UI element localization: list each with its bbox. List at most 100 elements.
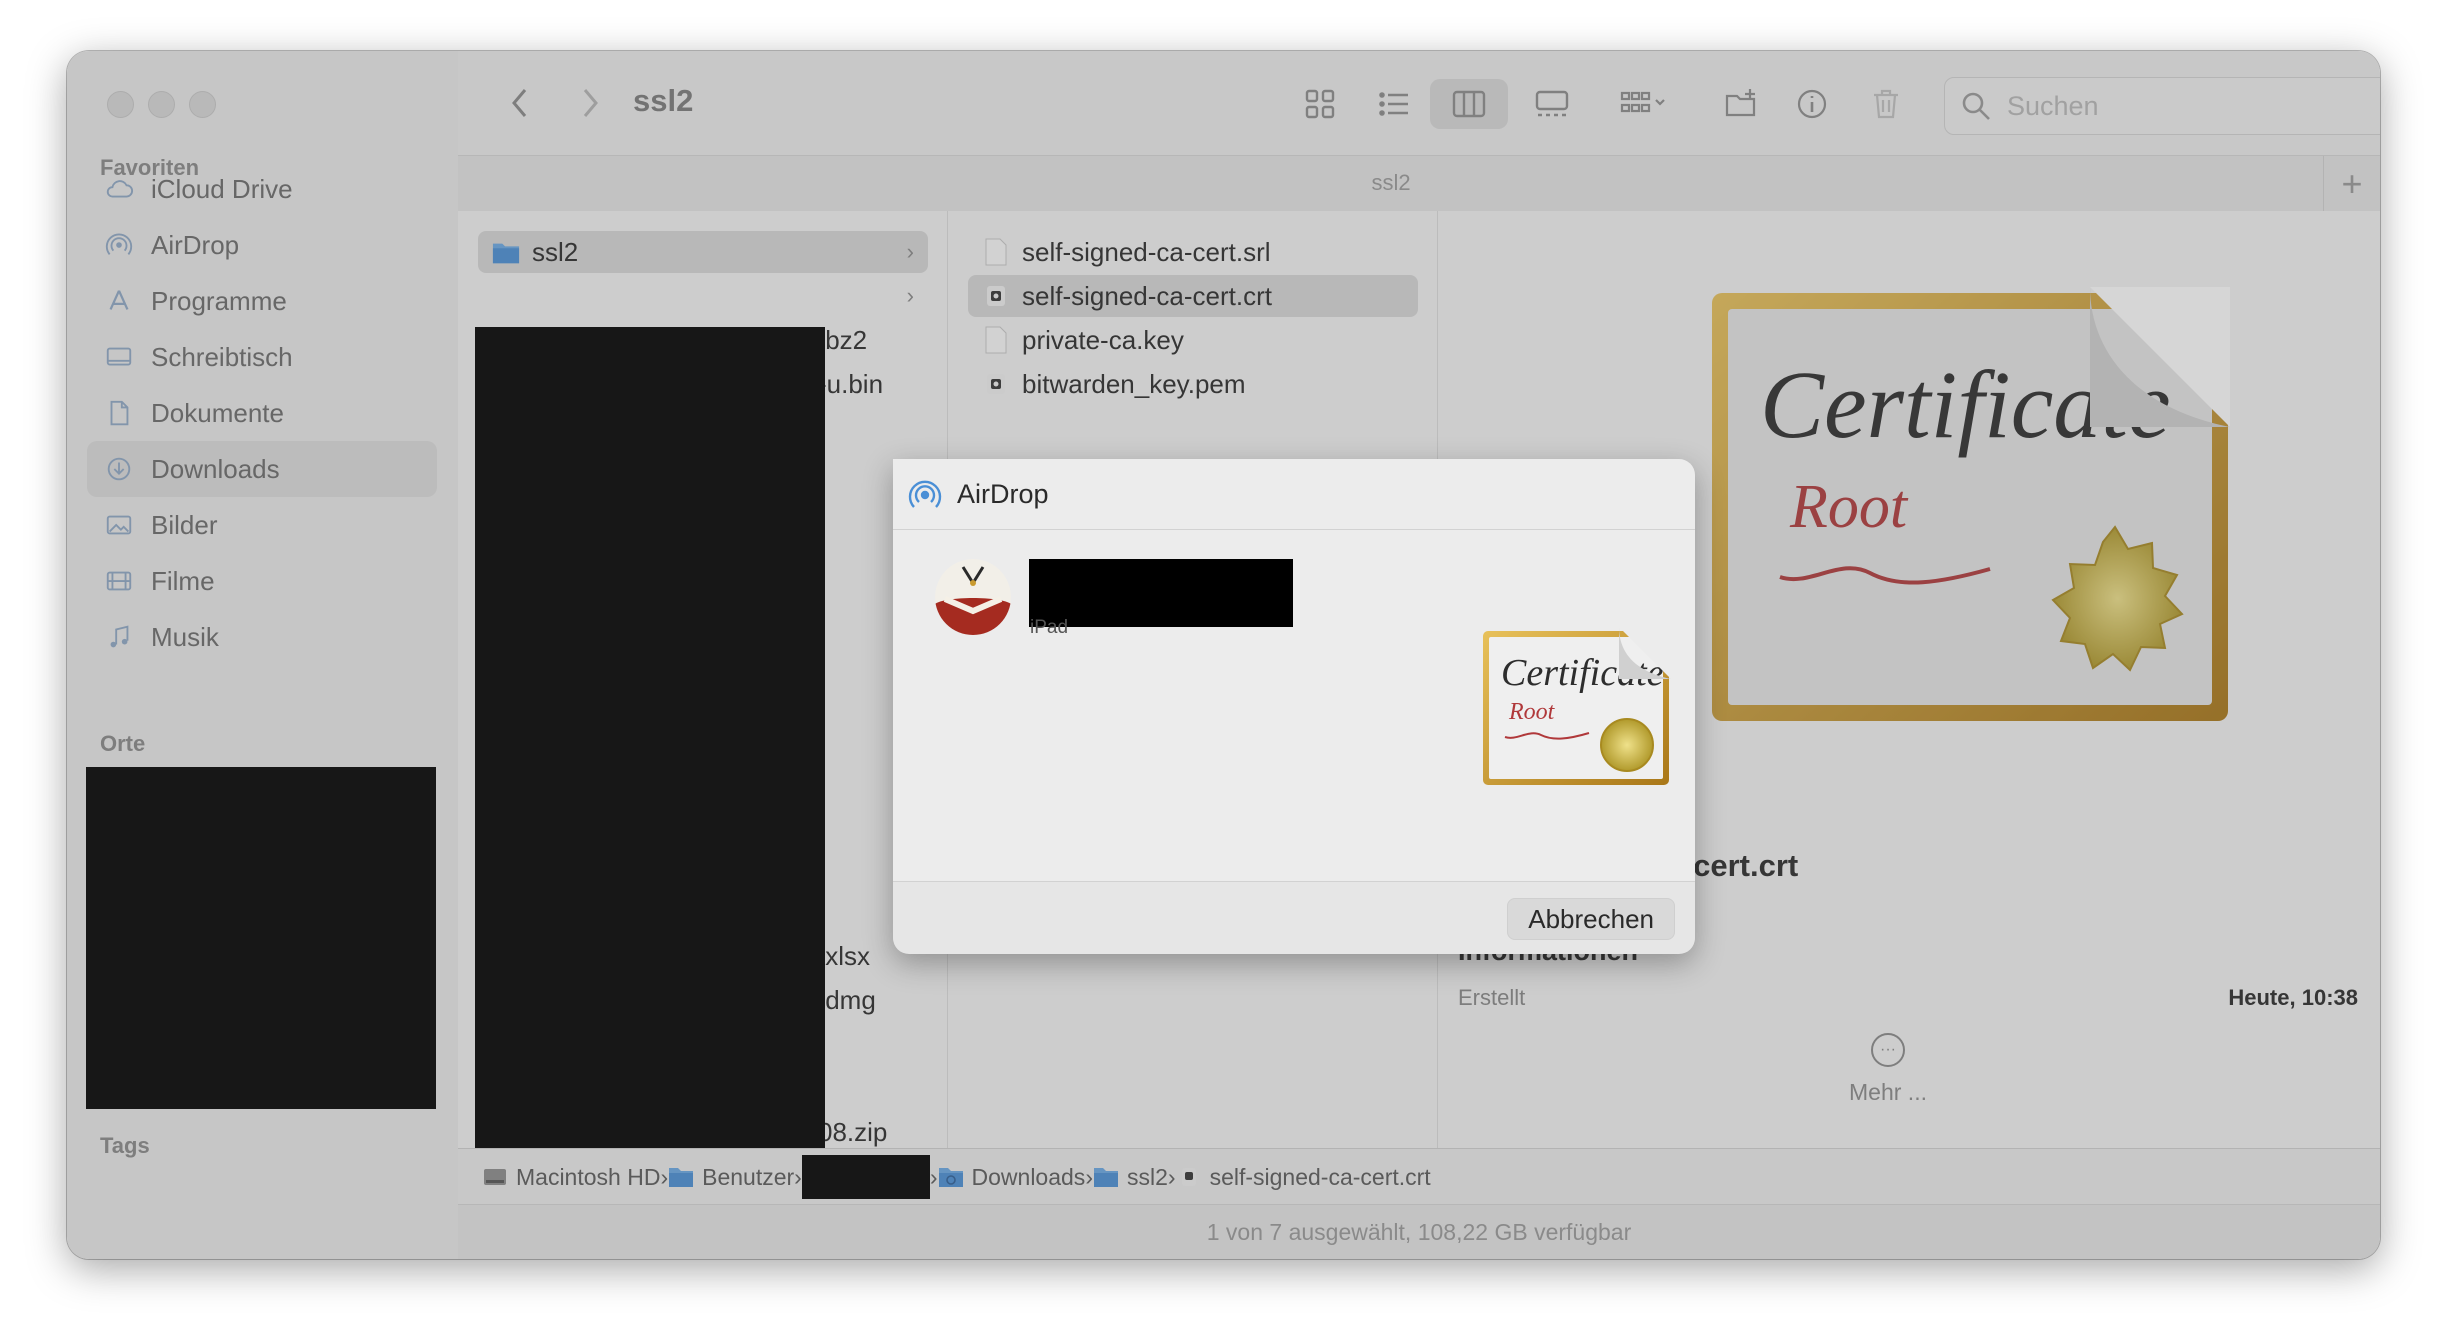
more-icon: ···	[1871, 1033, 1905, 1067]
chevron-right-icon: ›	[906, 239, 914, 264]
created-label: Erstellt	[1458, 985, 1526, 1010]
path-separator: ›	[929, 1163, 938, 1190]
blank-file-icon	[982, 325, 1010, 355]
folder-icon	[1093, 1168, 1118, 1187]
file-row[interactable]: private-ca.key	[968, 319, 1418, 361]
sidebar-item-label: Bilder	[151, 509, 218, 540]
sidebar-item-label: Musik	[151, 621, 219, 652]
cancel-button[interactable]: Abbrechen	[1507, 898, 1675, 940]
folder-icon	[669, 1168, 694, 1187]
redacted-recipient-name	[1029, 559, 1293, 627]
sidebar-item-schreibtisch[interactable]: Schreibtisch	[87, 329, 437, 385]
sidebar-item-bilder[interactable]: Bilder	[87, 497, 437, 553]
folder-add-icon	[1725, 89, 1756, 117]
path-item-file[interactable]: self-signed-ca-cert.crt	[1176, 1164, 1431, 1191]
window-title: ssl2	[633, 83, 694, 118]
gallery-view-button[interactable]	[1522, 79, 1582, 129]
blank-file-icon	[982, 237, 1010, 267]
tags-heading: Tags	[100, 1133, 150, 1158]
column-view-button[interactable]	[1430, 79, 1508, 129]
sidebar-item-label: AirDrop	[151, 229, 240, 260]
sidebar-item-label: Dokumente	[151, 397, 284, 428]
path-separator: ›	[660, 1163, 669, 1190]
hard-drive-icon	[484, 1169, 506, 1185]
downloads-icon	[103, 453, 135, 485]
svg-text:Root: Root	[1789, 473, 1909, 541]
file-name: -u.bin	[818, 368, 884, 399]
recipient-device: iPad	[1030, 617, 1069, 638]
certificate-file-icon	[982, 281, 1010, 311]
redacted-places	[86, 767, 436, 1109]
new-folder-button[interactable]	[1712, 79, 1772, 129]
more-label: Mehr ...	[1849, 1079, 1927, 1105]
airdrop-title: AirDrop	[957, 478, 1049, 509]
cloud-icon	[103, 173, 135, 205]
certificate-preview-icon: Certificate Root	[1712, 287, 2230, 721]
info-icon	[1797, 89, 1827, 119]
tab-ssl2[interactable]: ssl2	[458, 170, 2324, 196]
file-name: private-ca.key	[1022, 324, 1184, 355]
sidebar-item-filme[interactable]: Filme	[87, 553, 437, 609]
places-heading: Orte	[100, 731, 146, 756]
path-item-macintosh-hd[interactable]: Macintosh HD	[482, 1164, 660, 1191]
zoom-button[interactable]	[189, 91, 216, 118]
trash-button[interactable]	[1856, 79, 1916, 129]
file-row[interactable]: self-signed-ca-cert.srl	[968, 231, 1418, 273]
file-name: self-signed-ca-cert.crt	[1022, 280, 1272, 311]
sidebar-item-dokumente[interactable]: Dokumente	[87, 385, 437, 441]
path-item-ssl2[interactable]: ssl2	[1093, 1164, 1168, 1191]
sidebar-item-label: iCloud Drive	[151, 173, 293, 204]
file-row[interactable]: bitwarden_key.pem	[968, 363, 1418, 405]
sidebar-item-airdrop[interactable]: AirDrop	[87, 217, 437, 273]
sidebar-item-icloud[interactable]: iCloud Drive	[87, 161, 437, 217]
gallery-icon	[1535, 90, 1569, 117]
chevron-right-icon: ›	[906, 283, 914, 308]
sidebar-item-label: Filme	[151, 565, 215, 596]
search-icon	[1962, 92, 1990, 120]
avatar	[935, 559, 1011, 635]
tab-bar: ssl2 +	[458, 155, 2380, 212]
finder-window: Favoriten iCloud Drive AirDrop Programme…	[67, 51, 2380, 1259]
path-separator: ›	[1167, 1163, 1176, 1190]
airdrop-icon	[103, 229, 135, 261]
photo-icon	[103, 509, 135, 541]
new-tab-button[interactable]: +	[2323, 156, 2380, 211]
file-row-selected[interactable]: self-signed-ca-cert.crt	[968, 275, 1418, 317]
close-button[interactable]	[107, 91, 134, 118]
more-button[interactable]: ··· Mehr ...	[1828, 1033, 1948, 1106]
folder-row-ssl2[interactable]: ssl2 ›	[478, 231, 928, 273]
columns-icon	[1452, 90, 1486, 118]
sidebar: Favoriten iCloud Drive AirDrop Programme…	[67, 51, 459, 1259]
info-button[interactable]	[1782, 79, 1842, 129]
music-icon	[103, 621, 135, 653]
path-item-downloads[interactable]: Downloads	[938, 1164, 1085, 1191]
chevron-right-icon	[583, 89, 598, 117]
sidebar-item-programme[interactable]: Programme	[87, 273, 437, 329]
path-separator: ›	[794, 1163, 802, 1190]
airdrop-icon	[908, 480, 942, 508]
list-view-button[interactable]	[1364, 79, 1424, 129]
grid-icon	[1305, 89, 1335, 119]
sidebar-item-downloads[interactable]: Downloads	[87, 441, 437, 497]
folder-icon	[492, 237, 520, 267]
group-by-button[interactable]	[1606, 79, 1682, 129]
redacted-files	[475, 327, 825, 1195]
downloads-folder-icon	[938, 1168, 963, 1187]
back-button[interactable]	[500, 81, 540, 125]
sidebar-item-musik[interactable]: Musik	[87, 609, 437, 665]
sidebar-item-label: Downloads	[151, 453, 280, 484]
airdrop-recipient[interactable]	[935, 559, 1293, 635]
created-value: Heute, 10:38	[2228, 985, 2358, 1010]
sidebar-item-label: Schreibtisch	[151, 341, 293, 372]
minimize-button[interactable]	[148, 91, 175, 118]
search-placeholder: Suchen	[2007, 90, 2099, 121]
chevron-left-icon	[512, 89, 527, 117]
plus-icon: +	[2341, 162, 2363, 204]
forward-button[interactable]	[570, 81, 610, 125]
search-field[interactable]: Suchen	[1944, 77, 2380, 135]
file-name: 08.zip	[818, 1116, 888, 1147]
folder-row[interactable]: ›	[478, 275, 928, 317]
file-name: self-signed-ca-cert.srl	[1022, 236, 1271, 267]
path-item-benutzer[interactable]: Benutzer	[668, 1164, 794, 1191]
icon-view-button[interactable]	[1290, 79, 1350, 129]
